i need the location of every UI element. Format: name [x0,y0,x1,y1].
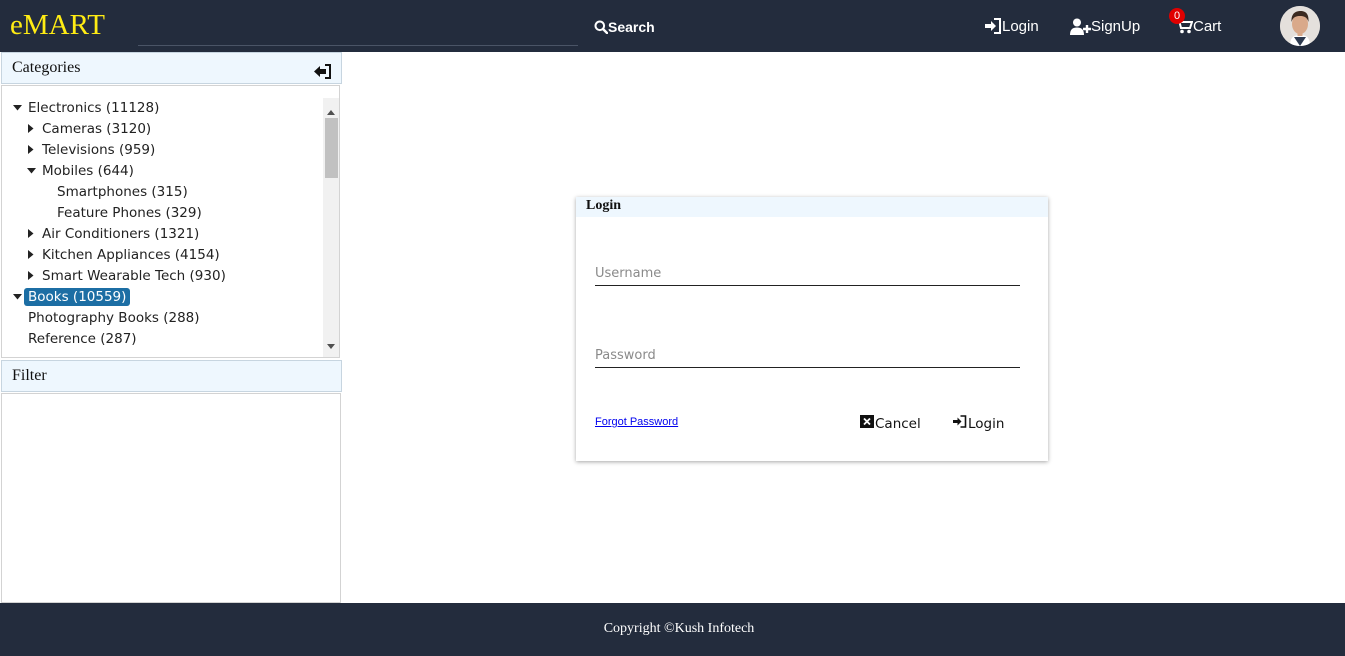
tree-item[interactable]: Books (10559) [2,286,322,307]
top-navbar: eMART Search Login SignUp Cart 0 [0,0,1345,52]
scroll-down-arrow-icon[interactable] [327,336,335,354]
tree-item[interactable]: Photography Books (288) [2,307,322,328]
nav-cart-label: Cart [1193,17,1222,35]
caret-down-icon[interactable] [10,286,24,307]
tree-item[interactable]: Mobiles (644) [2,160,322,181]
login-submit-label: Login [968,415,1005,432]
tree-item[interactable]: Electronics (11128) [2,97,322,118]
footer: Copyright ©Kush Infotech [0,603,1345,656]
username-input[interactable] [595,262,1020,286]
caret-right-icon[interactable] [24,265,38,286]
tree-item-label: Televisions (959) [42,141,156,158]
tree-item-label: Kitchen Appliances (4154) [42,246,220,263]
scroll-thumb[interactable] [325,118,338,178]
cart-count-badge: 0 [1169,8,1185,24]
user-avatar[interactable] [1280,6,1320,46]
tree-item-label: Electronics (11128) [28,99,160,116]
filter-panel [1,393,341,603]
tree-scrollbar[interactable] [323,98,339,357]
caret-right-icon[interactable] [24,244,38,265]
login-icon [985,18,1002,34]
login-submit-button[interactable]: Login [953,415,1004,432]
caret-down-icon[interactable] [24,160,38,181]
password-input[interactable] [595,344,1020,368]
copyright-text: Copyright ©Kush Infotech [603,621,755,636]
filter-title: Filter [12,367,47,384]
tree-item[interactable]: Reference (287) [2,328,322,349]
tree-item-label: Smartphones (315) [57,183,188,200]
search-label: Search [608,19,655,35]
filter-header: Filter [1,360,342,392]
caret-right-icon[interactable] [24,223,38,244]
login-icon [953,415,968,432]
search-icon [594,20,608,34]
forgot-password-link[interactable]: Forgot Password [595,416,678,428]
tree-item-label: Books (10559) [24,287,131,306]
tree-item-label: Smart Wearable Tech (930) [42,267,226,284]
tree-item[interactable]: Kitchen Appliances (4154) [2,244,322,265]
caret-right-icon[interactable] [24,118,38,139]
nav-signup-label: SignUp [1091,17,1141,35]
add-user-icon [1070,18,1091,35]
categories-header: Categories [1,52,342,84]
tree-item[interactable]: Smartphones (315) [2,181,322,202]
tree-item[interactable]: Televisions (959) [2,139,322,160]
tree-item-label: Reference (287) [28,330,137,347]
tree-item[interactable]: Smart Wearable Tech (930) [2,265,322,286]
category-tree: Electronics (11128) Cameras (3120) Televis… [1,85,340,358]
caret-right-icon[interactable] [24,139,38,160]
caret-down-icon[interactable] [10,97,24,118]
login-dialog: Login Forgot Password Cancel Login [576,197,1048,461]
category-tree-list: Electronics (11128) Cameras (3120) Televis… [2,97,322,349]
cancel-button[interactable]: Cancel [860,415,921,432]
nav-login-label: Login [1002,17,1039,35]
search-button[interactable]: Search [594,17,655,37]
tree-item[interactable]: Cameras (3120) [2,118,322,139]
tree-item-label: Cameras (3120) [42,120,152,137]
tree-item[interactable]: Air Conditioners (1321) [2,223,322,244]
categories-title: Categories [12,59,81,76]
tree-item-label: Mobiles (644) [42,162,134,179]
tree-item-label: Air Conditioners (1321) [42,225,200,242]
search-underline [138,45,578,46]
tree-item-label: Photography Books (288) [28,309,200,326]
cancel-label: Cancel [875,415,921,432]
nav-login-button[interactable]: Login [985,16,1039,36]
tree-item-label: Feature Phones (329) [57,204,202,221]
login-dialog-title: Login [576,197,1048,217]
nav-signup-button[interactable]: SignUp [1070,16,1140,36]
brand-logo[interactable]: eMART [10,8,105,42]
close-icon [860,415,875,432]
tree-item[interactable]: Feature Phones (329) [2,202,322,223]
